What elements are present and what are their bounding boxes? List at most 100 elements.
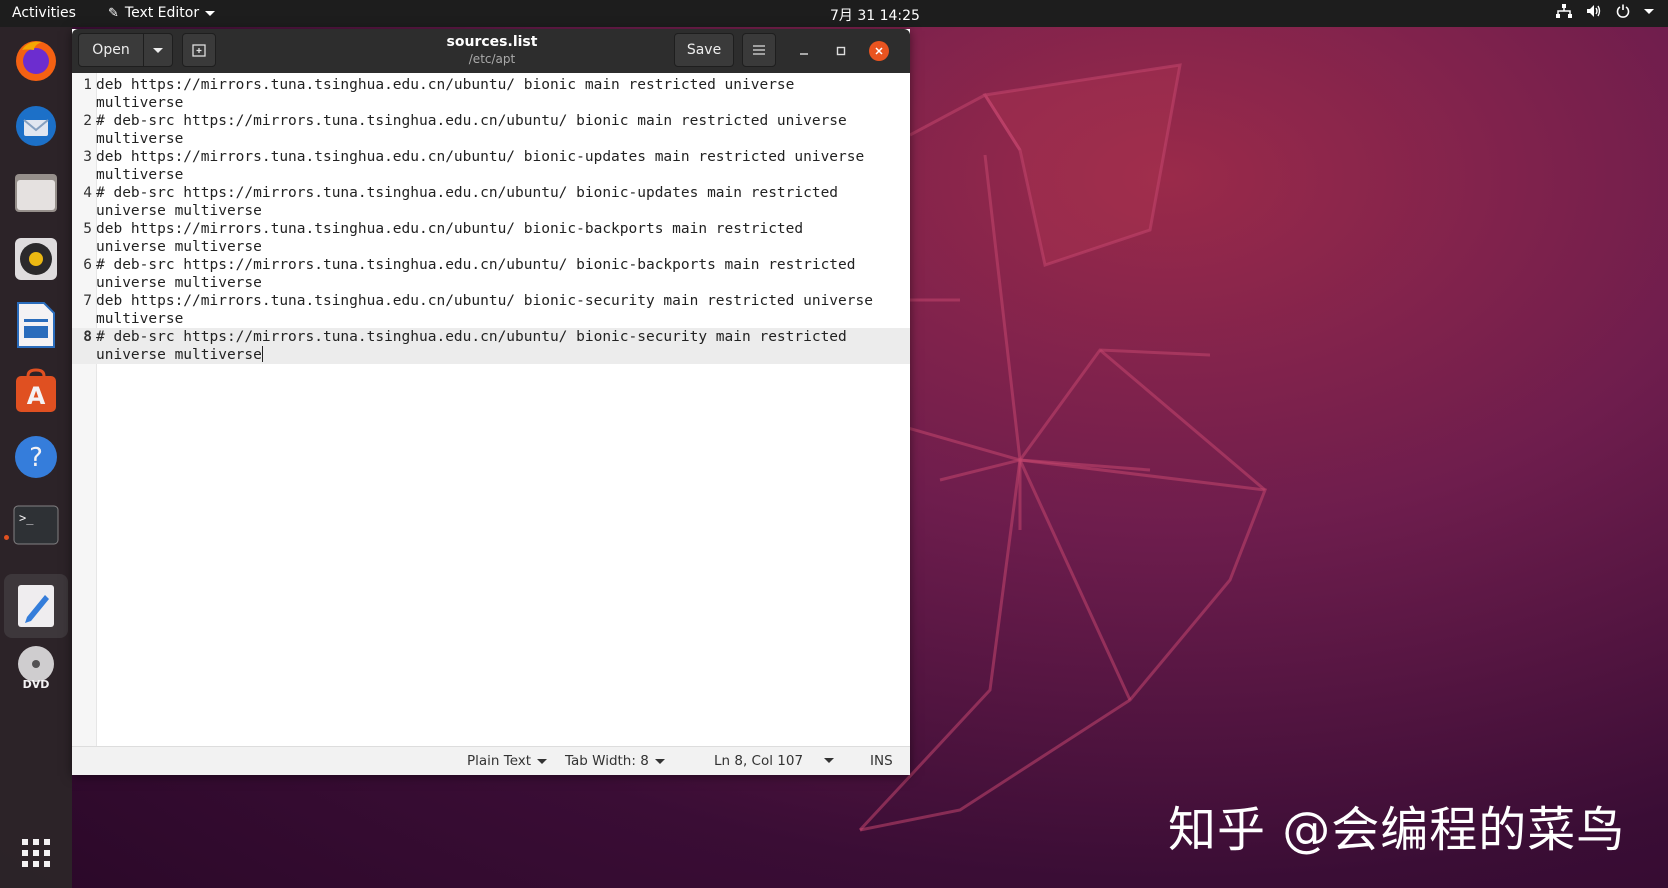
editor-line[interactable]: 6 # deb-src https://mirrors.tuna.tsinghua… xyxy=(72,256,910,292)
maximize-button[interactable] xyxy=(831,41,851,61)
go-to-line-dropdown[interactable] xyxy=(824,758,834,763)
svg-text:>_: >_ xyxy=(19,511,34,525)
app-menu[interactable]: ✎ Text Editor xyxy=(108,5,216,21)
close-icon xyxy=(875,47,883,55)
line-number: 8 xyxy=(83,329,92,345)
line-text[interactable]: deb https://mirrors.tuna.tsinghua.edu.cn… xyxy=(96,148,896,184)
line-number: 3 xyxy=(83,149,92,165)
language-label: Plain Text xyxy=(467,753,532,769)
text-editor-icon xyxy=(18,585,54,627)
editor-text[interactable]: 1 deb https://mirrors.tuna.tsinghua.edu.c… xyxy=(72,76,910,364)
window-title: sources.list xyxy=(446,34,538,50)
app-menu-label: Text Editor xyxy=(124,5,200,21)
language-selector[interactable]: Plain Text xyxy=(467,753,548,769)
header-bar: Open sources.list /etc/apt Save xyxy=(72,29,910,73)
dock-terminal[interactable]: >_ xyxy=(10,499,62,551)
hamburger-menu-button[interactable] xyxy=(742,33,776,67)
dock-show-apps[interactable] xyxy=(10,827,62,879)
editor-line[interactable]: 5 deb https://mirrors.tuna.tsinghua.edu.c… xyxy=(72,220,910,256)
thunderbird-icon xyxy=(16,106,56,146)
chevron-down-icon xyxy=(1644,8,1654,14)
activities-button[interactable]: Activities xyxy=(12,5,76,21)
dock-software[interactable]: A xyxy=(10,365,62,417)
help-icon: ? xyxy=(15,436,57,478)
open-button-label: Open xyxy=(92,42,130,58)
cursor-position-label: Ln 8, Col 107 xyxy=(714,753,804,769)
dock-rhythmbox[interactable] xyxy=(10,233,62,285)
firefox-icon xyxy=(16,41,56,81)
network-icon xyxy=(1556,4,1572,18)
insert-mode-indicator[interactable]: INS xyxy=(870,753,893,769)
editor-line[interactable]: 4 # deb-src https://mirrors.tuna.tsinghua… xyxy=(72,184,910,220)
line-number: 5 xyxy=(83,221,92,237)
dock-help[interactable]: ? xyxy=(10,431,62,483)
text-cursor xyxy=(261,346,263,362)
terminal-icon: >_ xyxy=(13,505,59,545)
minimize-button[interactable] xyxy=(794,41,814,61)
power-icon xyxy=(1616,4,1630,18)
line-number: 2 xyxy=(83,113,92,129)
tab-width-selector[interactable]: Tab Width: 8 xyxy=(565,753,665,769)
editor-line[interactable]: 8 # deb-src https://mirrors.tuna.tsinghua… xyxy=(72,328,910,364)
tab-width-label: Tab Width: 8 xyxy=(565,753,649,769)
dock-thunderbird[interactable] xyxy=(10,100,62,152)
volume-icon xyxy=(1587,5,1601,17)
svg-text:A: A xyxy=(27,382,46,410)
dvd-icon: DVD xyxy=(18,646,54,690)
top-bar: Activities ✎ Text Editor 7月 31 14:25 xyxy=(0,0,1668,27)
open-button[interactable]: Open xyxy=(78,33,144,67)
line-number: 4 xyxy=(83,185,92,201)
rhythmbox-icon xyxy=(15,238,57,280)
svg-text:DVD: DVD xyxy=(23,678,50,690)
dock: A ? >_ DVD xyxy=(0,27,72,888)
menu-icon xyxy=(753,45,765,55)
dock-text-editor[interactable] xyxy=(4,574,68,638)
minimize-icon xyxy=(800,53,808,55)
new-document-icon xyxy=(192,44,206,57)
save-button[interactable]: Save xyxy=(674,33,734,67)
save-button-label: Save xyxy=(686,42,722,58)
chevron-down-icon xyxy=(824,758,834,763)
editor-line[interactable]: 3 deb https://mirrors.tuna.tsinghua.edu.c… xyxy=(72,148,910,184)
line-number: 7 xyxy=(83,293,92,309)
line-number: 1 xyxy=(83,77,92,93)
cursor-position[interactable]: Ln 8, Col 107 xyxy=(714,753,803,769)
chevron-down-icon xyxy=(153,47,163,53)
line-text[interactable]: # deb-src https://mirrors.tuna.tsinghua.… xyxy=(96,112,896,148)
line-number: 6 xyxy=(83,257,92,273)
chevron-down-icon xyxy=(654,758,665,764)
text-editor-menu-icon: ✎ xyxy=(108,5,119,21)
files-icon xyxy=(15,174,57,212)
text-editor-window: Open sources.list /etc/apt Save 1 deb htt… xyxy=(72,29,910,775)
line-text[interactable]: # deb-src https://mirrors.tuna.tsinghua.… xyxy=(96,328,896,364)
dock-dvd[interactable]: DVD xyxy=(10,641,62,693)
close-button[interactable] xyxy=(869,41,889,61)
new-tab-button[interactable] xyxy=(182,33,216,67)
chevron-down-icon xyxy=(205,10,216,16)
libreoffice-writer-icon xyxy=(17,302,55,348)
line-text[interactable]: # deb-src https://mirrors.tuna.tsinghua.… xyxy=(96,184,896,220)
line-text[interactable]: deb https://mirrors.tuna.tsinghua.edu.cn… xyxy=(96,292,896,328)
software-center-icon: A xyxy=(16,368,56,412)
maximize-icon xyxy=(836,46,846,56)
dock-firefox[interactable] xyxy=(10,34,62,86)
editor-area[interactable]: 1 deb https://mirrors.tuna.tsinghua.edu.c… xyxy=(72,73,910,746)
line-text[interactable]: deb https://mirrors.tuna.tsinghua.edu.cn… xyxy=(96,76,896,112)
running-indicator xyxy=(4,535,9,540)
window-subtitle: /etc/apt xyxy=(468,52,516,66)
editor-line[interactable]: 7 deb https://mirrors.tuna.tsinghua.edu.c… xyxy=(72,292,910,328)
line-text[interactable]: deb https://mirrors.tuna.tsinghua.edu.cn… xyxy=(96,220,896,256)
dock-files[interactable] xyxy=(10,167,62,219)
editor-line[interactable]: 1 deb https://mirrors.tuna.tsinghua.edu.c… xyxy=(72,76,910,112)
clock[interactable]: 7月 31 14:25 xyxy=(830,5,920,25)
chevron-down-icon xyxy=(537,758,548,764)
insert-mode-label: INS xyxy=(870,753,893,769)
svg-text:?: ? xyxy=(29,443,43,473)
dock-libreoffice-writer[interactable] xyxy=(10,299,62,351)
system-tray[interactable] xyxy=(1556,4,1654,18)
watermark-text: 知乎 @会编程的菜鸟 xyxy=(1168,802,1626,858)
editor-line[interactable]: 2 # deb-src https://mirrors.tuna.tsinghua… xyxy=(72,112,910,148)
show-apps-icon xyxy=(22,839,50,867)
line-text[interactable]: # deb-src https://mirrors.tuna.tsinghua.… xyxy=(96,256,896,292)
open-recent-dropdown[interactable] xyxy=(143,33,173,67)
